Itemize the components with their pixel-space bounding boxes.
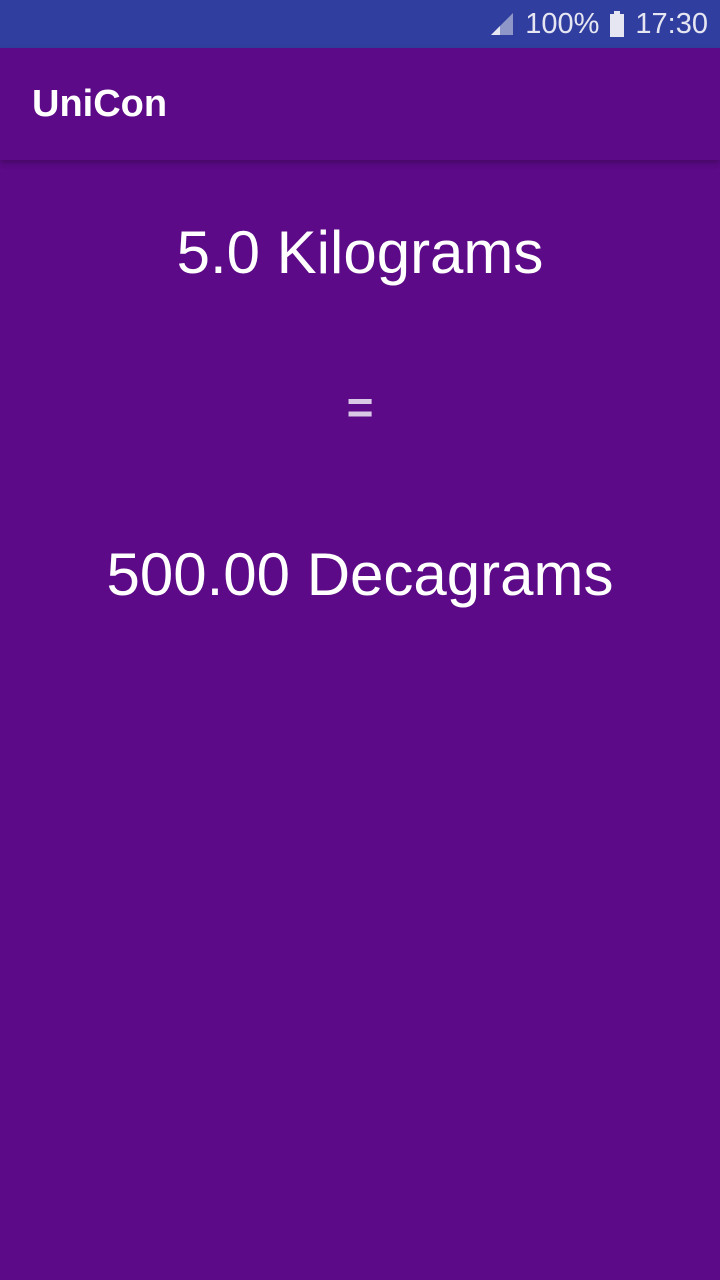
- signal-icon: [489, 11, 515, 37]
- status-bar: 100% 17:30: [0, 0, 720, 48]
- battery-icon: [609, 11, 625, 37]
- source-value: 5.0 Kilograms: [176, 219, 544, 286]
- status-indicators: 100% 17:30: [489, 0, 708, 48]
- app-title: UniCon: [32, 83, 168, 125]
- battery-percentage: 100%: [525, 7, 600, 40]
- conversion-panel: 5.0 Kilograms = 500.00 Decagrams: [0, 160, 720, 1280]
- equals-sign: =: [346, 381, 374, 433]
- app-bar: UniCon: [0, 48, 720, 160]
- clock: 17:30: [635, 7, 708, 40]
- result-value: 500.00 Decagrams: [106, 541, 614, 608]
